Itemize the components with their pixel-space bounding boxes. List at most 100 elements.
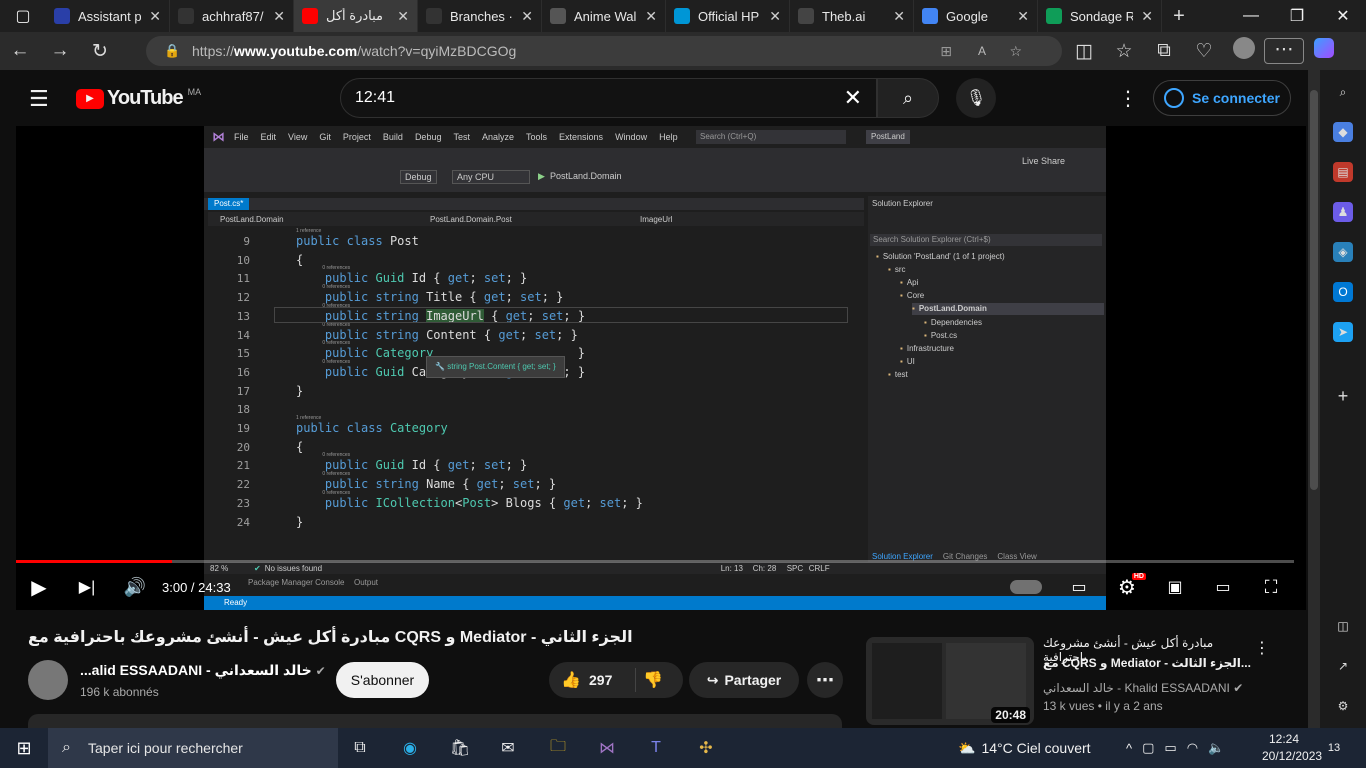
address-bar[interactable]: 🔒 https://www.youtube.com/watch?v=qyiMzB… <box>146 36 1062 66</box>
video-player[interactable]: ⋈ File Edit View Git Project Build Debug Test An… <box>16 126 1306 610</box>
games-icon[interactable]: ♟ <box>1333 202 1353 222</box>
open-external-icon[interactable]: ↗ <box>1333 656 1353 676</box>
wifi-icon[interactable]: ◠ <box>1187 740 1198 756</box>
video-progress-bar[interactable] <box>16 560 1294 563</box>
copilot-icon[interactable] <box>1304 38 1344 64</box>
battery-icon[interactable]: ▭ <box>1164 740 1176 756</box>
close-tab-icon[interactable]: ✕ <box>273 8 285 25</box>
youtube-logo[interactable]: ▶ YouTube MA <box>76 87 201 110</box>
search-button[interactable]: ⌕ <box>877 78 939 118</box>
store-icon[interactable]: 🛍 <box>440 732 480 764</box>
browser-tab[interactable]: Google ✕ <box>914 0 1038 32</box>
browser-tab[interactable]: Anime Wal ✕ <box>542 0 666 32</box>
favorites-icon[interactable]: ☆ <box>1104 40 1144 63</box>
windows-start-icon[interactable]: ⊞ <box>4 732 44 764</box>
send-icon[interactable]: ➤ <box>1333 322 1353 342</box>
taskbar-clock[interactable]: 12:24 20/12/2023 <box>1262 731 1322 765</box>
clear-search-icon[interactable]: ✕ <box>844 85 862 111</box>
browser-tab[interactable]: مبادرة أكل ✕ <box>294 0 418 32</box>
miniplayer-icon[interactable]: ▣ <box>1162 568 1188 606</box>
line-number: 9 <box>243 235 250 248</box>
channel-name-row[interactable]: ...alid ESSAADANI - خالد السعداني ✔ <box>80 662 326 679</box>
split-screen-icon[interactable]: ◫ <box>1064 40 1104 63</box>
close-tab-icon[interactable]: ✕ <box>1141 8 1153 25</box>
task-view-icon[interactable]: ⧉ <box>340 732 380 764</box>
subscribe-button[interactable]: S'abonner <box>336 662 429 698</box>
add-icon[interactable]: + <box>1333 386 1353 406</box>
new-tab-button[interactable]: + <box>1162 5 1196 28</box>
next-button[interactable]: ▶| <box>72 568 102 606</box>
m365-icon[interactable]: ◈ <box>1333 242 1353 262</box>
browser-tab[interactable]: achhraf87/ ✕ <box>170 0 294 32</box>
profile-avatar[interactable] <box>1224 37 1264 65</box>
close-tab-icon[interactable]: ✕ <box>149 8 161 25</box>
channel-avatar[interactable] <box>28 660 68 700</box>
sidebar-toggle-icon[interactable]: ◫ <box>1333 616 1353 636</box>
voice-search-button[interactable]: 🎙 <box>956 78 996 118</box>
weather-widget[interactable]: ⛅ 14°C Ciel couvert <box>958 728 1091 768</box>
related-more-icon[interactable]: ⋮ <box>1254 638 1270 658</box>
related-title-line2[interactable]: ...الجزء الثالث - Mediator و CQRS مع <box>1043 656 1253 670</box>
browser-tab[interactable]: Official HP ✕ <box>666 0 790 32</box>
minimize-icon[interactable]: — <box>1228 7 1274 25</box>
settings-more-icon[interactable]: ⋯ <box>1264 38 1304 64</box>
autoplay-toggle[interactable] <box>1006 568 1046 606</box>
taskbar-search[interactable]: ⌕ Taper ici pour rechercher <box>48 728 338 768</box>
meet-icon[interactable]: ▢ <box>1142 740 1154 756</box>
dislike-icon[interactable]: 👎 <box>643 670 663 690</box>
app-icon[interactable]: ✣ <box>686 732 726 764</box>
volume-icon[interactable]: 🔊 <box>120 568 150 606</box>
tab-actions-icon[interactable]: ▢ <box>0 6 46 26</box>
restore-icon[interactable]: ❐ <box>1274 6 1320 26</box>
description-box[interactable] <box>28 714 842 728</box>
search-input[interactable]: 12:41 ✕ <box>340 78 877 118</box>
mail-icon[interactable]: ✉ <box>488 732 528 764</box>
apps-icon[interactable]: ⊞ <box>940 43 952 60</box>
browser-tab[interactable]: Branches · ✕ <box>418 0 542 32</box>
sidebar-settings-icon[interactable]: ⚙ <box>1333 696 1353 716</box>
browser-tab[interactable]: Theb.ai ✕ <box>790 0 914 32</box>
browser-tab[interactable]: Sondage R ✕ <box>1038 0 1162 32</box>
play-button[interactable]: ▶ <box>24 568 54 606</box>
shopping-icon[interactable]: ◆ <box>1333 122 1353 142</box>
hamburger-menu-icon[interactable]: ☰ <box>29 86 49 112</box>
edge-taskbar-icon[interactable]: ◉ <box>390 732 430 764</box>
read-aloud-icon[interactable]: A <box>978 44 986 58</box>
sign-in-button[interactable]: Se connecter <box>1153 80 1291 116</box>
visual-studio-icon[interactable]: ⋈ <box>587 732 627 764</box>
tree-item-label: Dependencies <box>930 317 982 327</box>
speaker-icon[interactable]: 🔈 <box>1208 740 1224 756</box>
outlook-icon[interactable]: O <box>1333 282 1353 302</box>
like-icon[interactable]: 👍 <box>561 670 581 690</box>
close-tab-icon[interactable]: ✕ <box>645 8 657 25</box>
teams-icon[interactable]: T <box>636 732 676 764</box>
fullscreen-icon[interactable]: ⛶ <box>1258 568 1284 606</box>
close-window-icon[interactable]: ✕ <box>1320 6 1366 26</box>
browser-tab[interactable]: Assistant p ✕ <box>46 0 170 32</box>
close-tab-icon[interactable]: ✕ <box>893 8 905 25</box>
close-tab-icon[interactable]: ✕ <box>769 8 781 25</box>
file-explorer-icon[interactable]: 🗀 <box>538 732 578 764</box>
refresh-icon[interactable]: ↻ <box>80 40 120 63</box>
performance-icon[interactable]: ♡ <box>1184 40 1224 63</box>
favorite-star-icon[interactable]: ☆ <box>1009 43 1022 60</box>
close-tab-icon[interactable]: ✕ <box>1017 8 1029 25</box>
close-tab-icon[interactable]: ✕ <box>521 8 533 25</box>
page-scrollbar[interactable] <box>1308 70 1320 728</box>
notification-center-icon[interactable]: 13 <box>1322 738 1346 758</box>
more-options-icon[interactable]: ⋮ <box>1118 86 1138 111</box>
settings-gear-icon[interactable]: ⚙ HD <box>1114 568 1146 606</box>
subtitles-icon[interactable]: ▭ <box>1066 568 1092 606</box>
player-controls: ▶ ▶| 🔊 3:00 / 24:33 ▭ ⚙ HD ▣ ▭ ⛶ <box>16 568 1306 606</box>
theater-mode-icon[interactable]: ▭ <box>1210 568 1236 606</box>
collections-icon[interactable]: ⧉ <box>1144 40 1184 62</box>
share-button[interactable]: ↪ Partager <box>689 662 799 698</box>
tray-chevron-icon[interactable]: ^ <box>1126 741 1132 756</box>
back-icon[interactable]: ← <box>0 40 40 62</box>
related-thumbnail[interactable]: 20:48 <box>866 637 1034 725</box>
tools-icon[interactable]: ▤ <box>1333 162 1353 182</box>
forward-icon[interactable]: → <box>40 40 80 62</box>
close-tab-icon[interactable]: ✕ <box>397 8 409 25</box>
search-icon[interactable]: ⌕ <box>1333 82 1353 102</box>
more-actions-button[interactable]: ⋯ <box>807 662 843 698</box>
